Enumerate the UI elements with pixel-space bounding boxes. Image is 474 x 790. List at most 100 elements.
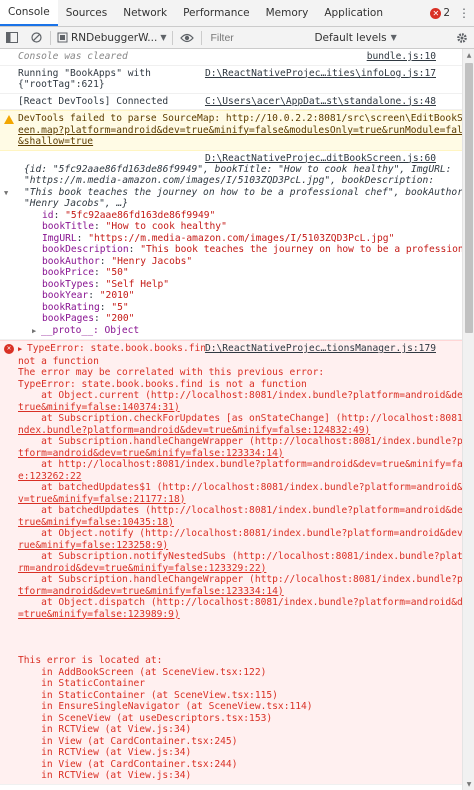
tab-performance[interactable]: Performance	[175, 0, 258, 26]
property-key: bookDescription	[42, 244, 129, 255]
stack-frame-line[interactable]: at batchedUpdates$1 (http://localhost:80…	[18, 482, 462, 494]
component-stack-line: in RCTView (at View.js:34)	[18, 770, 192, 781]
tab-network[interactable]: Network	[115, 0, 175, 26]
error-text: The error may be correlated with this pr…	[18, 367, 325, 378]
console-settings-button[interactable]	[450, 27, 474, 49]
stack-frame-line[interactable]: at http://localhost:8081/index.bundle?pl…	[18, 459, 462, 471]
object-property: bookPages: "200"	[18, 313, 456, 325]
filter-input[interactable]	[204, 29, 305, 46]
message-text: {"rootTag":621}	[18, 79, 105, 90]
context-selector[interactable]: RNDebuggerW... ▼	[53, 32, 170, 44]
stack-frame-line[interactable]: at Object.notify (http://localhost:8081/…	[18, 528, 462, 540]
stack-frame-line[interactable]: v=true&minify=false:21177:18)	[18, 494, 456, 506]
error-spacer	[18, 620, 456, 655]
source-link[interactable]: bundle.js:10	[367, 51, 436, 63]
object-property: bookAuthor: "Henry Jacobs"	[18, 256, 456, 268]
log-levels-dropdown[interactable]: Default levels ▼	[308, 32, 402, 44]
expand-triangle-icon[interactable]: ▶	[32, 326, 41, 338]
property-key: bookRating	[42, 301, 100, 313]
stack-frame-line[interactable]: at Subscription.handleChangeWrapper (htt…	[18, 436, 462, 448]
expand-triangle-icon[interactable]: ▶	[18, 344, 27, 356]
error-count: 2	[443, 7, 450, 19]
stack-frame-line[interactable]: e:123262:22	[18, 471, 456, 483]
collapse-triangle-icon[interactable]: ▼	[4, 188, 13, 200]
stack-frame-line[interactable]: at Subscription.checkForUpdates [as onSt…	[18, 413, 462, 425]
stack-frame-line[interactable]: at Subscription.handleChangeWrapper (htt…	[18, 574, 462, 586]
object-summary[interactable]: {id: "5fc92aae86fd163de86f9949", bookTit…	[4, 164, 462, 210]
source-link[interactable]: D:\ReactNativeProjec…tionsManager.js:179	[204, 343, 436, 355]
error-text: This error is located at:	[18, 655, 163, 666]
object-property: ImgURL: "https://m.media-amazon.com/imag…	[18, 233, 456, 245]
property-colon: :	[93, 267, 106, 278]
stack-frame-line[interactable]: at Object.current (http://localhost:8081…	[18, 390, 462, 402]
clear-console-button[interactable]	[24, 27, 48, 49]
object-summary-line: "Henry Jacobs", …}	[24, 198, 128, 209]
console-message: [React DevTools] Connected C:\Users\acer…	[0, 94, 462, 110]
stack-frame-line[interactable]: at Object.dispatch (http://localhost:808…	[18, 597, 462, 609]
stack-frame-line[interactable]: =true&minify=false:123989:9)	[18, 609, 456, 621]
stack-frame-line[interactable]: tform=android&dev=true&minify=false:1233…	[18, 448, 456, 460]
message-text[interactable]: DevTools failed to parse SourceMap: http…	[18, 113, 462, 125]
property-value: "50"	[105, 267, 129, 278]
live-expression-button[interactable]	[175, 27, 199, 49]
message-text[interactable]: &shallow=true	[18, 136, 456, 148]
tab-console[interactable]: Console	[0, 0, 58, 26]
source-link[interactable]: D:\ReactNativeProjec…ities\infoLog.js:17	[205, 68, 436, 80]
toggle-sidebar-button[interactable]	[0, 27, 24, 49]
source-link[interactable]: D:\ReactNativeProjec…ditBookScreen.js:60	[205, 153, 436, 165]
property-value: "Henry Jacobs"	[111, 255, 193, 267]
stack-frame-line[interactable]: rm=android&dev=true&minify=false:123329:…	[18, 563, 456, 575]
message-text[interactable]: een.map?platform=android&dev=true&minify…	[18, 125, 462, 137]
property-key: bookPages	[42, 313, 94, 324]
toolbar-separator	[201, 30, 203, 45]
source-link[interactable]: C:\Users\acer\AppDat…st\standalone.js:48	[205, 96, 436, 108]
stack-frame-line[interactable]: at batchedUpdates (http://localhost:8081…	[18, 505, 462, 517]
stack-frame-line[interactable]: true&minify=false:140374:31)	[18, 402, 456, 414]
clear-icon	[30, 32, 42, 43]
property-value: "5"	[111, 301, 129, 313]
object-proto[interactable]: ▶ __proto__: Object	[18, 325, 456, 338]
scroll-thumb[interactable]	[465, 63, 473, 333]
stack-frame-line[interactable]: true&minify=false:10435:18)	[18, 517, 456, 529]
tab-spacer	[391, 0, 426, 26]
stack-frame-line[interactable]: at Subscription.notifyNestedSubs (http:/…	[18, 551, 462, 563]
object-properties: id: "5fc92aae86fd163de86f9949" bookTitle:…	[18, 209, 462, 325]
component-stack-line: in View (at CardContainer.tsx:245)	[18, 735, 238, 747]
property-key: id	[42, 209, 54, 221]
stack-frame-line[interactable]: rue&minify=false:123258:9)	[18, 540, 456, 552]
property-value: "200"	[105, 313, 135, 324]
property-value: "How to cook healthy"	[105, 221, 227, 232]
console-scrollbar[interactable]: ▲ ▼	[462, 49, 474, 790]
error-counter[interactable]: ✕ 2	[426, 0, 454, 26]
object-property: bookPrice: "50"	[18, 267, 456, 279]
error-message: ✕ ▶ TypeError: state.book.books.find is D…	[0, 340, 462, 785]
component-stack-line: in AddBookScreen (at SceneView.tsx:122)	[18, 666, 267, 678]
component-stack-line: in SceneView (at useDescriptors.tsx:153)	[18, 712, 273, 724]
caret-down-icon: ▼	[390, 33, 397, 42]
property-key: ImgURL	[42, 232, 77, 244]
property-colon: :	[99, 301, 112, 313]
object-summary-line: "This book teaches the journey on how to…	[24, 186, 462, 198]
scroll-down-icon[interactable]: ▼	[463, 778, 474, 790]
object-message: D:\ReactNativeProjec…ditBookScreen.js:60…	[0, 151, 462, 340]
more-options-icon[interactable]: ⋮	[454, 0, 474, 26]
property-colon: :	[128, 244, 141, 255]
levels-label: Default levels	[314, 31, 387, 44]
component-stack-line: in StaticContainer (at SceneView.tsx:115…	[18, 689, 278, 701]
property-colon: :	[88, 290, 100, 301]
property-key: bookPrice	[42, 267, 94, 278]
tab-sources[interactable]: Sources	[58, 0, 116, 26]
tab-application[interactable]: Application	[316, 0, 391, 26]
console-message: Running "BookApps" with {"rootTag":621} …	[0, 66, 462, 94]
scroll-up-icon[interactable]: ▲	[463, 49, 474, 61]
object-summary-line: "https://m.media-amazon.com/images/I/510…	[24, 175, 435, 186]
devtools-tab-bar: Console Sources Network Performance Memo…	[0, 0, 474, 27]
stack-frame-line[interactable]: tform=android&dev=true&minify=false:1233…	[18, 586, 456, 598]
stack-frame-line[interactable]: ndex.bundle?platform=android&dev=true&mi…	[18, 425, 456, 437]
component-stack-line: in StaticContainer	[18, 678, 146, 689]
warning-message: DevTools failed to parse SourceMap: http…	[0, 110, 462, 151]
console-messages[interactable]: Console was cleared bundle.js:10 Running…	[0, 49, 462, 790]
tab-memory[interactable]: Memory	[258, 0, 317, 26]
object-property: bookYear: "2010"	[18, 290, 456, 302]
property-key: bookAuthor	[42, 255, 100, 267]
